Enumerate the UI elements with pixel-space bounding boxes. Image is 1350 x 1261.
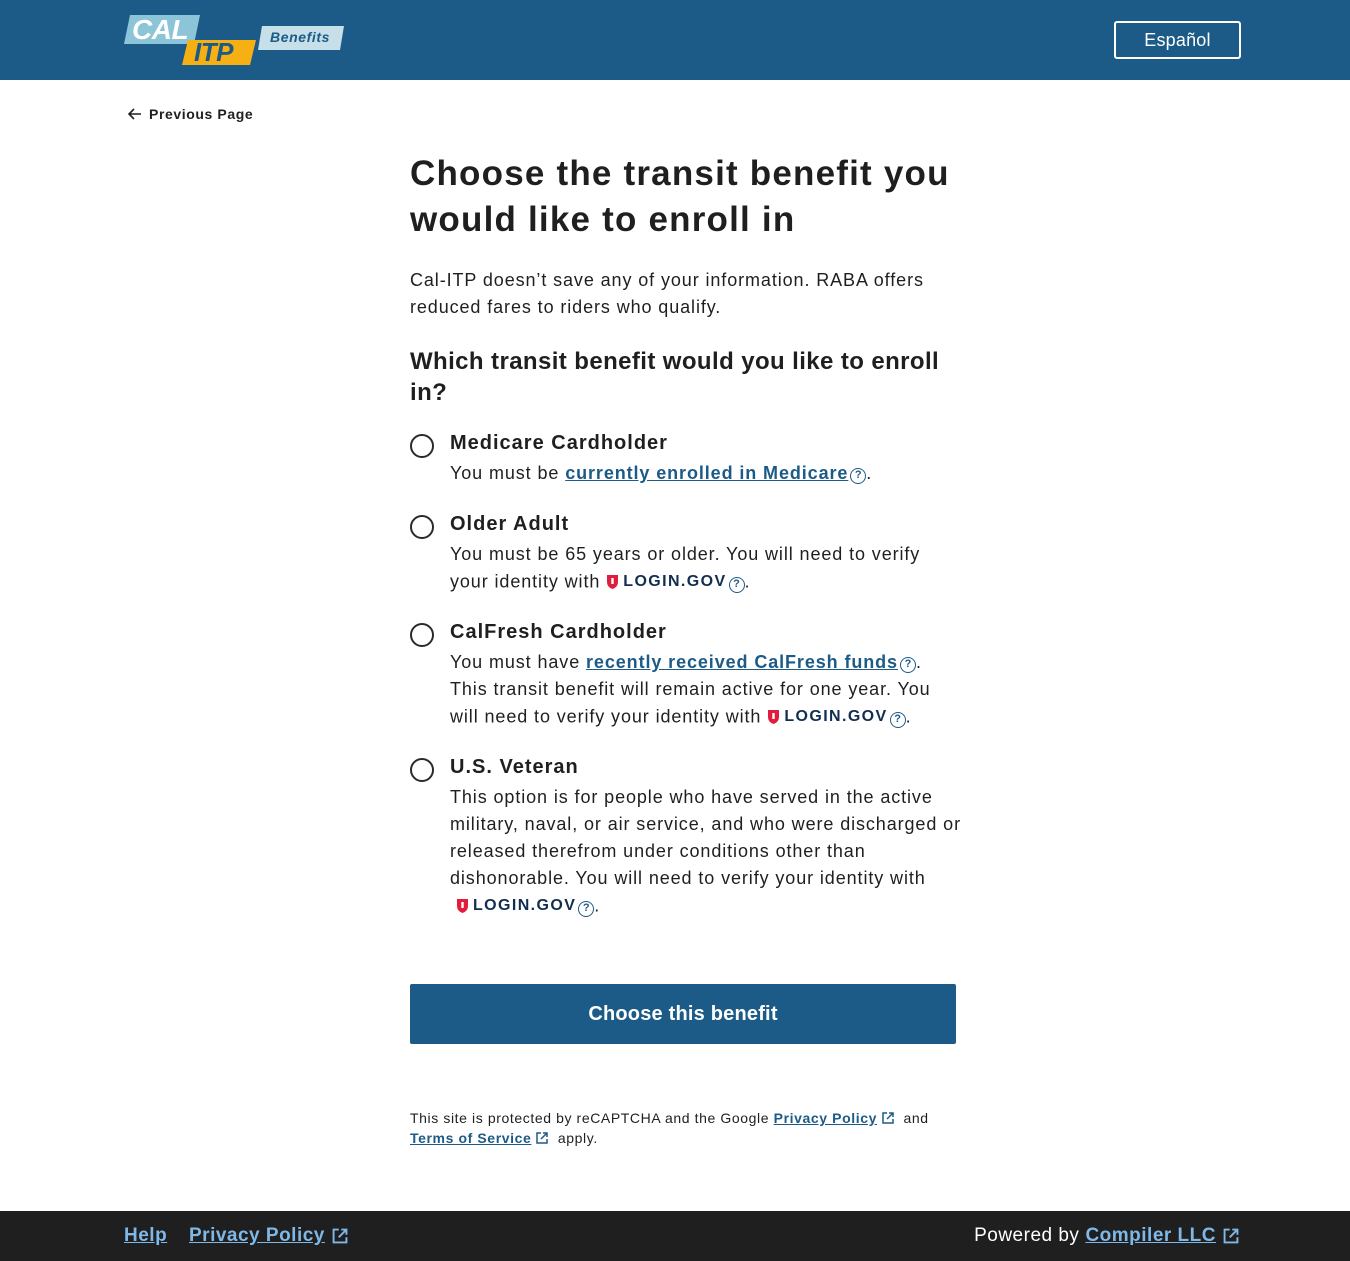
desc-text: . — [594, 895, 601, 916]
desc-text: . — [905, 706, 912, 727]
help-circle-icon[interactable]: ? — [899, 657, 916, 673]
footer-powered-by: Powered by Compiler LLC — [974, 1225, 1240, 1247]
external-link-icon — [332, 1228, 348, 1244]
option-label: Medicare Cardholder — [450, 432, 668, 454]
previous-page-link[interactable]: Previous Page — [128, 106, 253, 122]
choose-benefit-button[interactable]: Choose this benefit — [410, 984, 956, 1044]
help-circle-icon[interactable]: ? — [850, 468, 867, 484]
desc-text: This option is for people who have serve… — [450, 787, 961, 888]
benefit-options: Medicare Cardholder You must be currentl… — [410, 432, 970, 932]
option-description: You must be currently enrolled in Medica… — [450, 460, 962, 487]
recaptcha-text: and — [899, 1110, 929, 1126]
login-gov-shield-icon — [768, 709, 780, 724]
login-gov-shield-icon — [607, 574, 619, 589]
calfresh-info-link[interactable]: recently received CalFresh funds — [586, 652, 898, 672]
page-title: Choose the transit benefit you would lik… — [410, 154, 950, 239]
login-gov-logo: LOGIN.GOV — [767, 703, 887, 730]
help-circle-icon[interactable]: ? — [578, 900, 595, 917]
radio-medicare[interactable] — [410, 434, 434, 458]
previous-page-label: Previous Page — [149, 106, 254, 122]
login-gov-text: LOGIN.GOV — [623, 573, 727, 590]
recaptcha-text: This site is protected by reCAPTCHA and … — [410, 1110, 774, 1126]
language-toggle-button[interactable]: Español — [1114, 21, 1241, 59]
footer-help-link[interactable]: Help — [124, 1225, 167, 1247]
login-gov-shield-icon — [457, 898, 468, 913]
logo-cal-text: CAL — [132, 14, 189, 45]
arrow-left-icon — [128, 108, 141, 120]
site-header: CAL ITP Benefits Español — [0, 0, 1350, 80]
option-label: Older Adult — [450, 513, 570, 535]
option-label: U.S. Veteran — [450, 756, 579, 778]
help-circle-icon[interactable]: ? — [728, 576, 745, 593]
site-footer: Help Privacy Policy Powered by Compiler … — [0, 1211, 1350, 1261]
logo-itp-text: ITP — [194, 37, 233, 67]
compiler-link[interactable]: Compiler LLC — [1085, 1225, 1216, 1247]
radio-calfresh[interactable] — [410, 623, 434, 647]
google-privacy-link[interactable]: Privacy Policy — [774, 1110, 877, 1126]
desc-text: . — [744, 571, 751, 592]
medicare-info-link[interactable]: currently enrolled in Medicare — [565, 463, 848, 483]
option-description: You must be 65 years or older. You will … — [450, 541, 962, 596]
login-gov-text: LOGIN.GOV — [784, 708, 888, 725]
footer-privacy-link[interactable]: Privacy Policy — [189, 1225, 325, 1247]
login-gov-logo: LOGIN.GOV — [606, 568, 726, 595]
main-content: Choose the transit benefit you would lik… — [410, 150, 960, 408]
option-label: CalFresh Cardholder — [450, 621, 667, 643]
logo-benefits-text: Benefits — [270, 29, 331, 45]
login-gov-logo: LOGIN.GOV — [456, 892, 576, 919]
desc-text: You must be — [450, 463, 566, 483]
external-link-icon — [1223, 1228, 1239, 1244]
powered-by-text: Powered by — [974, 1225, 1080, 1246]
desc-text: . — [866, 463, 873, 483]
radio-older-adult[interactable] — [410, 515, 434, 539]
desc-text: You must have — [450, 652, 587, 672]
google-terms-link[interactable]: Terms of Service — [410, 1130, 531, 1146]
benefit-question: Which transit benefit would you like to … — [410, 348, 940, 406]
login-gov-text: LOGIN.GOV — [473, 897, 577, 914]
cal-itp-benefits-logo[interactable]: CAL ITP Benefits — [124, 14, 346, 67]
option-description: This option is for people who have serve… — [450, 784, 962, 920]
footer-privacy-item: Privacy Policy — [189, 1225, 349, 1247]
recaptcha-notice: This site is protected by reCAPTCHA and … — [410, 1108, 970, 1148]
intro-text: Cal-ITP doesn’t save any of your informa… — [410, 270, 924, 317]
help-circle-icon[interactable]: ? — [889, 711, 906, 728]
option-description: You must have recently received CalFresh… — [450, 649, 962, 731]
radio-veteran[interactable] — [410, 758, 434, 782]
recaptcha-text: apply. — [553, 1130, 598, 1146]
external-link-icon — [882, 1112, 894, 1124]
external-link-icon — [536, 1132, 549, 1144]
